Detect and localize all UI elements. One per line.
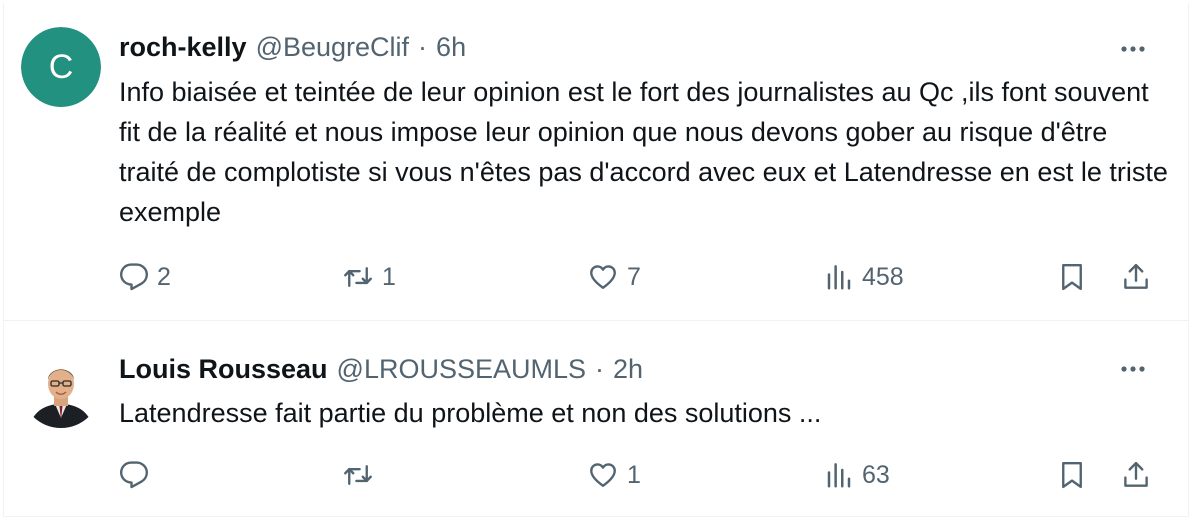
reply-button[interactable]: 2 [119, 257, 171, 297]
like-button[interactable]: 7 [587, 257, 641, 297]
like-count: 7 [627, 262, 641, 291]
like-count: 1 [627, 460, 641, 489]
timestamp[interactable]: 6h [436, 32, 466, 63]
avatar[interactable]: C [21, 27, 101, 107]
views-count: 63 [862, 460, 890, 489]
action-bar: 2 1 7 458 [4, 257, 1188, 297]
tweet-text: Info biaisée et teintée de leur opinion … [119, 77, 1168, 227]
views-icon [827, 265, 851, 290]
display-name[interactable]: roch-kelly [119, 32, 247, 63]
display-name[interactable]: Louis Rousseau [119, 354, 328, 385]
views-button[interactable]: 458 [824, 257, 904, 297]
more-icon[interactable] [1116, 352, 1150, 386]
tweet-header: roch-kelly @BeugreClif · 6h [119, 27, 1118, 67]
share-button[interactable] [1121, 257, 1151, 297]
retweet-count: 1 [382, 262, 396, 291]
share-icon [1124, 263, 1148, 289]
reply-button[interactable] [119, 455, 157, 495]
views-button[interactable]: 63 [824, 455, 890, 495]
retweet-icon [344, 267, 372, 287]
bookmark-button[interactable] [1057, 257, 1087, 297]
views-icon [827, 463, 851, 488]
share-icon [1124, 461, 1148, 487]
more-icon[interactable] [1116, 32, 1150, 66]
bookmark-icon [1062, 461, 1082, 489]
separator: · [418, 31, 428, 62]
profile-photo [21, 348, 101, 428]
like-icon [590, 265, 616, 289]
tweet-text: Latendresse fait partie du problème et n… [119, 398, 822, 428]
avatar[interactable] [21, 348, 101, 428]
timestamp[interactable]: 2h [613, 354, 643, 385]
handle[interactable]: @LROUSSEAUMLS [337, 354, 586, 385]
tweet[interactable]: C roch-kelly @BeugreClif · 6h Info biais… [4, 3, 1188, 321]
reply-thread: C roch-kelly @BeugreClif · 6h Info biais… [3, 3, 1189, 517]
reply-count: 2 [157, 262, 171, 291]
share-button[interactable] [1121, 455, 1151, 495]
like-button[interactable]: 1 [587, 455, 641, 495]
retweet-button[interactable] [342, 455, 382, 495]
tweet-header: Louis Rousseau @LROUSSEAUMLS · 2h [119, 349, 1118, 389]
bookmark-button[interactable] [1057, 455, 1087, 495]
separator: · [595, 353, 605, 384]
tweet[interactable]: Louis Rousseau @LROUSSEAUMLS · 2h Latend… [4, 321, 1188, 517]
retweet-button[interactable]: 1 [342, 257, 396, 297]
retweet-icon [344, 465, 372, 485]
reply-icon [120, 263, 148, 291]
reply-icon [120, 461, 148, 489]
views-count: 458 [862, 262, 904, 291]
avatar-letter: C [21, 27, 101, 107]
bookmark-icon [1062, 263, 1082, 291]
action-bar: 1 63 [4, 455, 1188, 495]
like-icon [590, 463, 616, 487]
handle[interactable]: @BeugreClif [256, 32, 409, 63]
